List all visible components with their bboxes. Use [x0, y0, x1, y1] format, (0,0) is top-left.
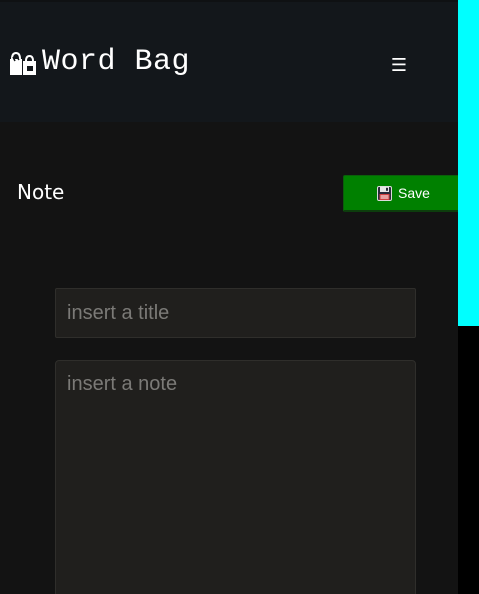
title-input[interactable] [55, 288, 416, 338]
brand-title: Word Bag [42, 45, 191, 79]
hamburger-menu-icon: ☰ [390, 54, 408, 76]
top-navbar: Word Bag ☰ [0, 0, 458, 122]
save-button-label: Save [398, 185, 430, 201]
hamburger-menu-button[interactable]: ☰ [386, 52, 412, 78]
word-bag-logo-icon [8, 47, 38, 77]
note-textarea[interactable] [55, 360, 416, 594]
app-window: Word Bag ☰ Note Save [0, 0, 458, 594]
note-heading: Note [17, 180, 65, 204]
floppy-disk-icon [377, 185, 392, 201]
brand[interactable]: Word Bag [8, 42, 190, 82]
scrollbar-thumb[interactable] [458, 0, 479, 326]
save-button[interactable]: Save [343, 175, 458, 212]
